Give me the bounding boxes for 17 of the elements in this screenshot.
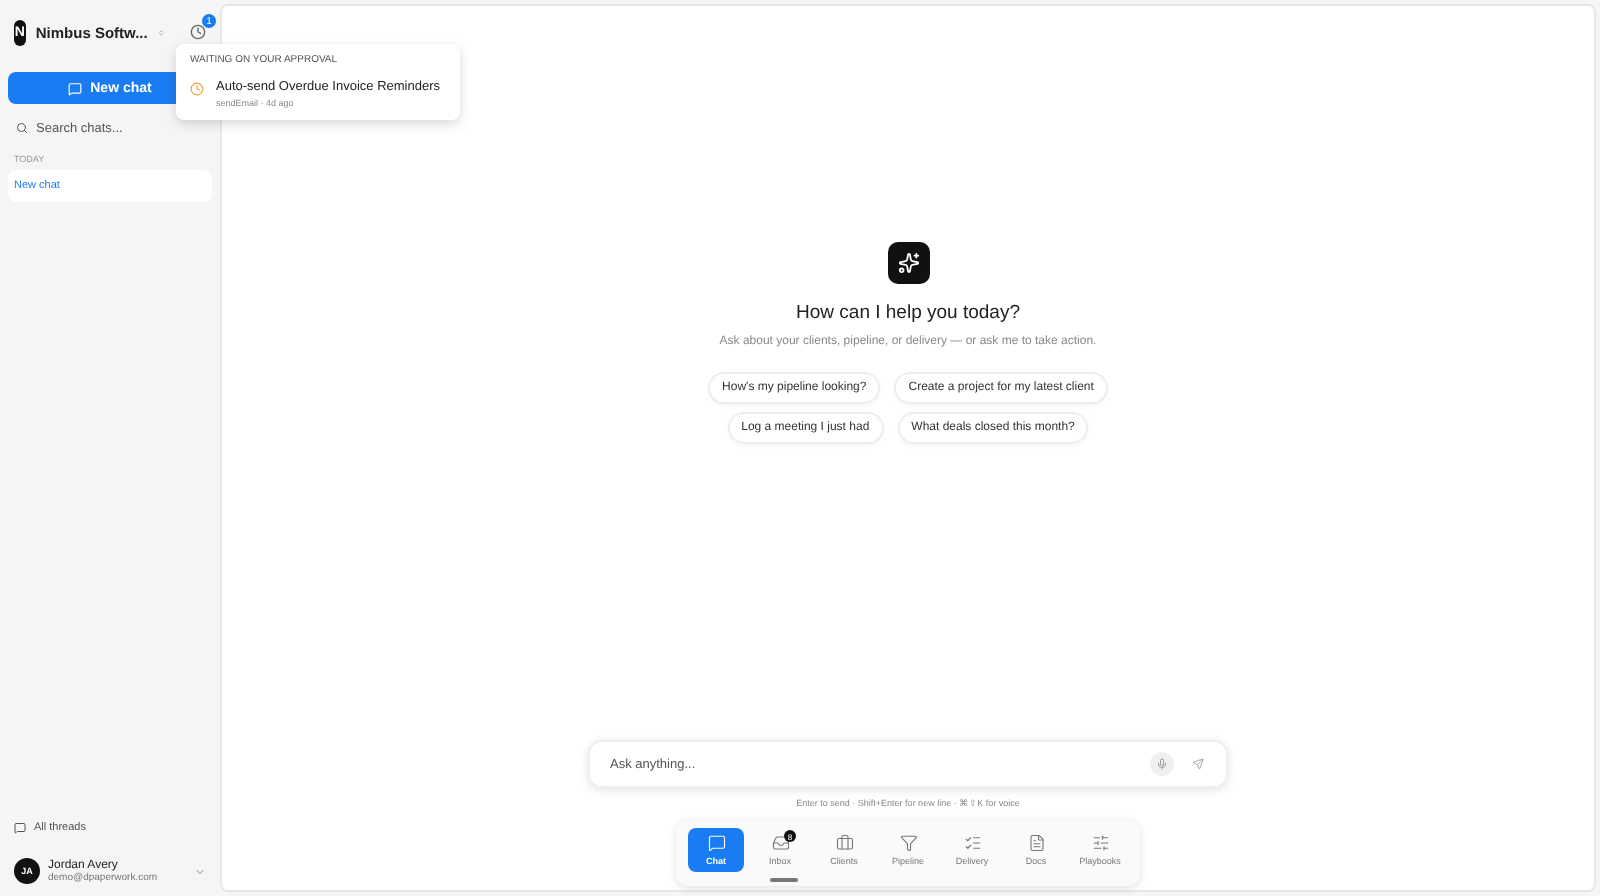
clock-icon[interactable] [190, 24, 206, 40]
microphone-icon[interactable] [1150, 752, 1174, 776]
sliders-icon [1091, 834, 1109, 852]
search-icon [16, 122, 28, 134]
threads-icon [14, 822, 26, 834]
document-icon [1027, 834, 1045, 852]
checklist-icon [963, 834, 981, 852]
clock-icon [190, 82, 204, 96]
filter-icon [899, 834, 917, 852]
send-icon[interactable] [1186, 752, 1210, 776]
drag-handle[interactable] [770, 878, 798, 882]
inbox-icon [771, 834, 789, 852]
assistant-logo [887, 242, 929, 284]
welcome-title: How can I help you today? [796, 302, 1020, 324]
briefcase-icon [835, 834, 853, 852]
chat-bubble-icon [707, 834, 725, 852]
chat-bubble-icon [68, 81, 83, 95]
